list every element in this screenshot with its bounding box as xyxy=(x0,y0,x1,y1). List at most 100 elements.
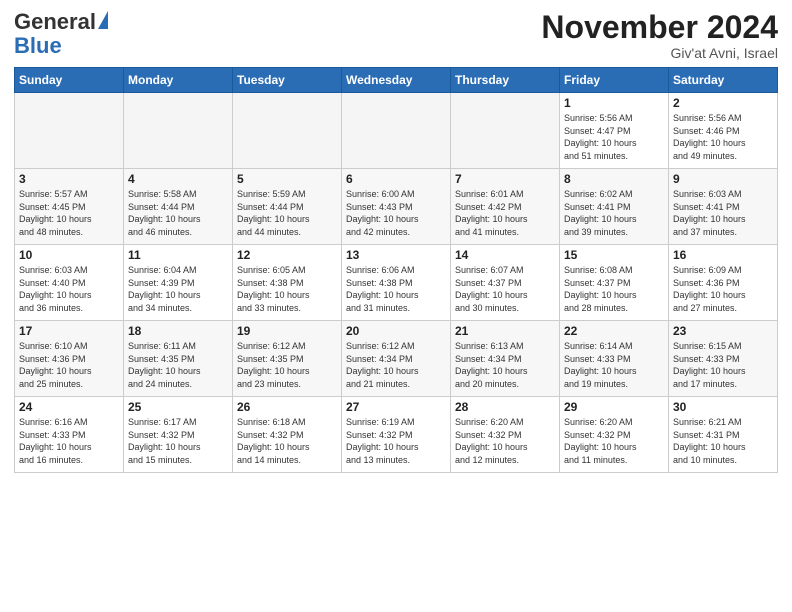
table-row: 12Sunrise: 6:05 AMSunset: 4:38 PMDayligh… xyxy=(233,245,342,321)
table-row: 27 Sunrise: 6:19 AMSunset: 4:32 PMDayligh… xyxy=(342,397,451,473)
day-info: Sunrise: 6:09 AMSunset: 4:36 PMDaylight:… xyxy=(673,264,773,314)
day-info: Sunrise: 5:56 AMSunset: 4:47 PMDaylight:… xyxy=(564,112,664,162)
calendar-week-row: 17 Sunrise: 6:10 AMSunset: 4:36 PMDayligh… xyxy=(15,321,778,397)
main-container: General Blue November 2024 Giv'at Avni, … xyxy=(0,0,792,481)
table-row: 18 Sunrise: 6:11 AMSunset: 4:35 PMDayligh… xyxy=(124,321,233,397)
day-info: Sunrise: 6:16 AMSunset: 4:33 PMDaylight:… xyxy=(19,416,119,466)
day-number: 26 xyxy=(237,400,337,414)
day-info: Sunrise: 6:18 AMSunset: 4:32 PMDaylight:… xyxy=(237,416,337,466)
day-info: Sunrise: 6:04 AMSunset: 4:39 PMDaylight:… xyxy=(128,264,228,314)
day-number: 17 xyxy=(19,324,119,338)
day-info: Sunrise: 6:17 AMSunset: 4:32 PMDaylight:… xyxy=(128,416,228,466)
day-info: Sunrise: 5:58 AMSunset: 4:44 PMDaylight:… xyxy=(128,188,228,238)
day-info: Sunrise: 6:05 AMSunset: 4:38 PMDaylight:… xyxy=(237,264,337,314)
day-number: 24 xyxy=(19,400,119,414)
day-number: 11 xyxy=(128,248,228,262)
day-number: 18 xyxy=(128,324,228,338)
location: Giv'at Avni, Israel xyxy=(541,45,778,61)
table-row: 15Sunrise: 6:08 AMSunset: 4:37 PMDayligh… xyxy=(560,245,669,321)
day-info: Sunrise: 6:21 AMSunset: 4:31 PMDaylight:… xyxy=(673,416,773,466)
header-sunday: Sunday xyxy=(15,68,124,93)
table-row: 24 Sunrise: 6:16 AMSunset: 4:33 PMDayligh… xyxy=(15,397,124,473)
day-info: Sunrise: 5:57 AMSunset: 4:45 PMDaylight:… xyxy=(19,188,119,238)
table-row: 10Sunrise: 6:03 AMSunset: 4:40 PMDayligh… xyxy=(15,245,124,321)
day-number: 7 xyxy=(455,172,555,186)
calendar-week-row: 3 Sunrise: 5:57 AMSunset: 4:45 PMDaylight… xyxy=(15,169,778,245)
table-row: 29 Sunrise: 6:20 AMSunset: 4:32 PMDayligh… xyxy=(560,397,669,473)
day-info: Sunrise: 6:20 AMSunset: 4:32 PMDaylight:… xyxy=(455,416,555,466)
title-block: November 2024 Giv'at Avni, Israel xyxy=(541,10,778,61)
table-row xyxy=(15,93,124,169)
table-row: 13 Sunrise: 6:06 AMSunset: 4:38 PMDayligh… xyxy=(342,245,451,321)
table-row: 5 Sunrise: 5:59 AMSunset: 4:44 PMDaylight… xyxy=(233,169,342,245)
day-info: Sunrise: 6:02 AMSunset: 4:41 PMDaylight:… xyxy=(564,188,664,238)
calendar-table: Sunday Monday Tuesday Wednesday Thursday… xyxy=(14,67,778,473)
day-number: 28 xyxy=(455,400,555,414)
header-wednesday: Wednesday xyxy=(342,68,451,93)
calendar-week-row: 24 Sunrise: 6:16 AMSunset: 4:33 PMDayligh… xyxy=(15,397,778,473)
day-number: 14 xyxy=(455,248,555,262)
logo-blue-text: Blue xyxy=(14,34,62,58)
day-number: 1 xyxy=(564,96,664,110)
logo-general: General xyxy=(14,9,96,34)
day-info: Sunrise: 6:20 AMSunset: 4:32 PMDaylight:… xyxy=(564,416,664,466)
day-number: 22 xyxy=(564,324,664,338)
table-row: 1 Sunrise: 5:56 AMSunset: 4:47 PMDaylight… xyxy=(560,93,669,169)
day-number: 2 xyxy=(673,96,773,110)
table-row: 26 Sunrise: 6:18 AMSunset: 4:32 PMDayligh… xyxy=(233,397,342,473)
day-number: 8 xyxy=(564,172,664,186)
header: General Blue November 2024 Giv'at Avni, … xyxy=(14,10,778,61)
header-monday: Monday xyxy=(124,68,233,93)
table-row: 11 Sunrise: 6:04 AMSunset: 4:39 PMDayligh… xyxy=(124,245,233,321)
logo-text: General xyxy=(14,10,96,34)
table-row xyxy=(342,93,451,169)
day-info: Sunrise: 6:13 AMSunset: 4:34 PMDaylight:… xyxy=(455,340,555,390)
table-row: 9Sunrise: 6:03 AMSunset: 4:41 PMDaylight… xyxy=(669,169,778,245)
day-number: 10 xyxy=(19,248,119,262)
day-number: 25 xyxy=(128,400,228,414)
day-number: 4 xyxy=(128,172,228,186)
logo: General Blue xyxy=(14,10,108,58)
table-row: 14Sunrise: 6:07 AMSunset: 4:37 PMDayligh… xyxy=(451,245,560,321)
header-thursday: Thursday xyxy=(451,68,560,93)
logo-triangle-icon xyxy=(98,11,108,29)
day-number: 30 xyxy=(673,400,773,414)
day-info: Sunrise: 6:06 AMSunset: 4:38 PMDaylight:… xyxy=(346,264,446,314)
table-row: 23 Sunrise: 6:15 AMSunset: 4:33 PMDayligh… xyxy=(669,321,778,397)
table-row: 8 Sunrise: 6:02 AMSunset: 4:41 PMDaylight… xyxy=(560,169,669,245)
day-number: 6 xyxy=(346,172,446,186)
day-number: 3 xyxy=(19,172,119,186)
table-row: 16Sunrise: 6:09 AMSunset: 4:36 PMDayligh… xyxy=(669,245,778,321)
day-number: 21 xyxy=(455,324,555,338)
day-number: 9 xyxy=(673,172,773,186)
table-row: 7Sunrise: 6:01 AMSunset: 4:42 PMDaylight… xyxy=(451,169,560,245)
day-number: 27 xyxy=(346,400,446,414)
calendar-week-row: 1 Sunrise: 5:56 AMSunset: 4:47 PMDaylight… xyxy=(15,93,778,169)
day-info: Sunrise: 6:19 AMSunset: 4:32 PMDaylight:… xyxy=(346,416,446,466)
table-row: 28 Sunrise: 6:20 AMSunset: 4:32 PMDayligh… xyxy=(451,397,560,473)
table-row: 17 Sunrise: 6:10 AMSunset: 4:36 PMDayligh… xyxy=(15,321,124,397)
day-info: Sunrise: 6:12 AMSunset: 4:35 PMDaylight:… xyxy=(237,340,337,390)
table-row xyxy=(233,93,342,169)
day-info: Sunrise: 6:11 AMSunset: 4:35 PMDaylight:… xyxy=(128,340,228,390)
day-info: Sunrise: 6:10 AMSunset: 4:36 PMDaylight:… xyxy=(19,340,119,390)
logo-block: General Blue xyxy=(14,10,108,58)
day-number: 20 xyxy=(346,324,446,338)
day-number: 13 xyxy=(346,248,446,262)
calendar-header-row: Sunday Monday Tuesday Wednesday Thursday… xyxy=(15,68,778,93)
table-row: 3 Sunrise: 5:57 AMSunset: 4:45 PMDaylight… xyxy=(15,169,124,245)
day-number: 19 xyxy=(237,324,337,338)
day-info: Sunrise: 6:00 AMSunset: 4:43 PMDaylight:… xyxy=(346,188,446,238)
day-number: 23 xyxy=(673,324,773,338)
day-number: 15 xyxy=(564,248,664,262)
day-info: Sunrise: 6:12 AMSunset: 4:34 PMDaylight:… xyxy=(346,340,446,390)
header-tuesday: Tuesday xyxy=(233,68,342,93)
table-row: 6 Sunrise: 6:00 AMSunset: 4:43 PMDaylight… xyxy=(342,169,451,245)
day-number: 29 xyxy=(564,400,664,414)
table-row: 4 Sunrise: 5:58 AMSunset: 4:44 PMDaylight… xyxy=(124,169,233,245)
header-friday: Friday xyxy=(560,68,669,93)
day-info: Sunrise: 6:15 AMSunset: 4:33 PMDaylight:… xyxy=(673,340,773,390)
table-row xyxy=(124,93,233,169)
day-number: 5 xyxy=(237,172,337,186)
day-info: Sunrise: 5:59 AMSunset: 4:44 PMDaylight:… xyxy=(237,188,337,238)
